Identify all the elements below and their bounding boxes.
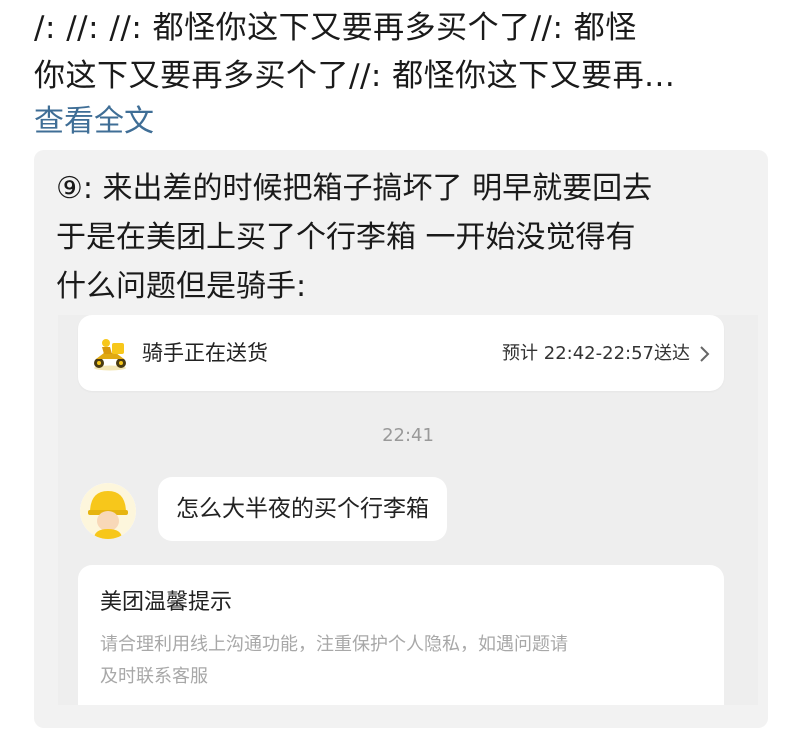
eta-text: 预计 22:42-22:57送达 [502,343,690,364]
embedded-screenshot[interactable]: 骑手正在送货 预计 22:42-22:57送达 22:41 怎么大半夜的买个行李… [58,315,758,705]
repost-card[interactable]: ⑨: 来出差的时候把箱子搞坏了 明早就要回去 于是在美团上买了个行李箱 一开始没… [34,150,768,728]
repost-line: 于是在美团上买了个行李箱 一开始没觉得有 [56,220,636,255]
notice-title: 美团温馨提示 [100,590,233,615]
chat-message-bubble: 怎么大半夜的买个行李箱 [158,477,447,541]
post-line: /: //: //: 都怪你这下又要再多买个了//: 都怪 [34,10,637,46]
notice-body: 请合理利用线上沟通功能，注重保护个人隐私，如遇问题请 及时联系客服 [100,629,710,693]
delivery-status-title: 骑手正在送货 [142,341,268,365]
delivery-status-card: 骑手正在送货 预计 22:42-22:57送达 [78,315,724,391]
delivery-rider-icon [94,339,126,371]
chat-timestamp: 22:41 [382,425,434,446]
avatar-icon [80,483,136,539]
meituan-notice-card: 美团温馨提示 请合理利用线上沟通功能，注重保护个人隐私，如遇问题请 及时联系客服 [78,565,724,705]
chevron-right-icon [700,346,710,362]
rider-avatar[interactable] [80,483,136,539]
post-body: /: //: //: 都怪你这下又要再多买个了//: 都怪 你这下又要再多买个了… [34,4,774,100]
notice-line: 及时联系客服 [100,666,208,687]
repost-line: ⑨: 来出差的时候把箱子搞坏了 明早就要回去 [56,171,653,206]
repost-body: ⑨: 来出差的时候把箱子搞坏了 明早就要回去 于是在美团上买了个行李箱 一开始没… [56,164,756,311]
post-line: 你这下又要再多买个了//: 都怪你这下又要再... [34,58,676,94]
eta-link[interactable]: 预计 22:42-22:57送达 [502,339,710,369]
expand-full-text-link[interactable]: 查看全文 [34,102,154,142]
repost-line: 什么问题但是骑手: [56,269,307,304]
notice-line: 请合理利用线上沟通功能，注重保护个人隐私，如遇问题请 [100,634,568,655]
